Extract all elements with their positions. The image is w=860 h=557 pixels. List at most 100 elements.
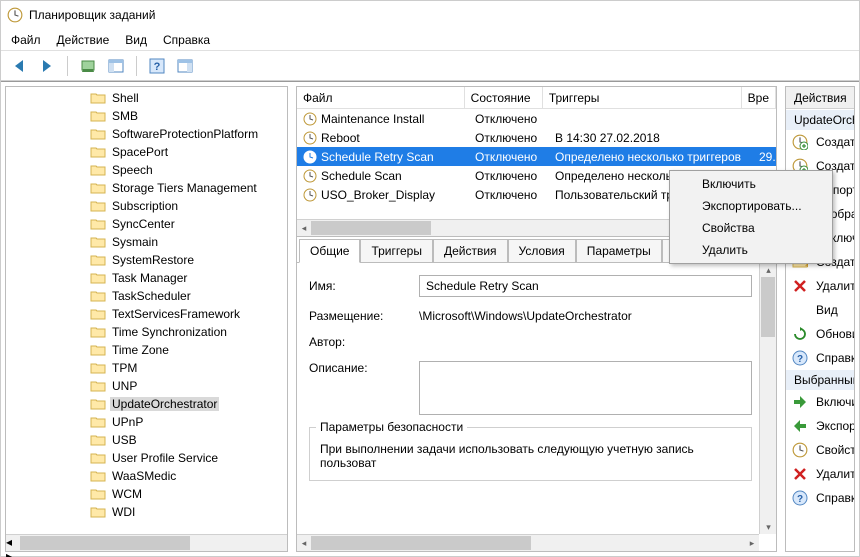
folder-icon — [90, 217, 106, 231]
task-name: Reboot — [321, 131, 360, 145]
task-name: USO_Broker_Display — [321, 188, 435, 202]
task-row[interactable]: Maintenance InstallОтключено — [297, 109, 776, 128]
tree-item[interactable]: Time Synchronization — [6, 323, 287, 341]
task-icon — [303, 131, 317, 145]
tree-scrollbar[interactable]: ◂ ▸ — [6, 534, 287, 551]
tab-conditions[interactable]: Условия — [508, 239, 576, 263]
toolbar-screen-button[interactable] — [76, 54, 100, 78]
nav-forward-button[interactable] — [35, 54, 59, 78]
tree-item[interactable]: Time Zone — [6, 341, 287, 359]
action-item[interactable]: Свойства — [786, 438, 854, 462]
action-item[interactable]: ?Справка — [786, 486, 854, 510]
tree-item[interactable]: Speech — [6, 161, 287, 179]
blank-icon — [792, 302, 808, 318]
svg-text:?: ? — [154, 61, 161, 73]
tree-item[interactable]: WCM — [6, 485, 287, 503]
tree-item[interactable]: WDI — [6, 503, 287, 521]
actions-section-header: Выбранный э — [786, 370, 854, 390]
action-item-label: Удалить — [816, 467, 854, 481]
folder-icon — [90, 433, 106, 447]
tree-item[interactable]: Subscription — [6, 197, 287, 215]
tree-item[interactable]: SyncCenter — [6, 215, 287, 233]
tree-item[interactable]: User Profile Service — [6, 449, 287, 467]
help-icon: ? — [792, 490, 808, 506]
tree-item[interactable]: UpdateOrchestrator — [6, 395, 287, 413]
action-item[interactable]: Создать п — [786, 130, 854, 154]
general-h-scrollbar[interactable]: ◂▸ — [297, 534, 759, 551]
tree-item-label: Subscription — [110, 199, 180, 213]
tree-item[interactable]: UPnP — [6, 413, 287, 431]
toolbar-panes-button[interactable] — [104, 54, 128, 78]
tree-item[interactable]: SoftwareProtectionPlatform — [6, 125, 287, 143]
action-item[interactable]: Вид — [786, 298, 854, 322]
action-item[interactable]: Обновить — [786, 322, 854, 346]
tree-item[interactable]: TPM — [6, 359, 287, 377]
description-label: Описание: — [309, 361, 419, 375]
cm-properties[interactable]: Свойства — [672, 217, 830, 239]
export-icon — [792, 418, 808, 434]
tree-item-label: SystemRestore — [110, 253, 196, 267]
tree-item[interactable]: Task Manager — [6, 269, 287, 287]
menu-file[interactable]: Файл — [11, 33, 41, 47]
general-v-scrollbar[interactable]: ▴▾ — [759, 263, 776, 534]
tree-item[interactable]: UNP — [6, 377, 287, 395]
refresh-icon — [792, 326, 808, 342]
tree-item[interactable]: Shell — [6, 89, 287, 107]
menu-action[interactable]: Действие — [57, 33, 110, 47]
tree-item-label: WDI — [110, 505, 137, 519]
cm-delete[interactable]: Удалить — [672, 239, 830, 261]
tree-item[interactable]: TextServicesFramework — [6, 305, 287, 323]
name-field[interactable]: Schedule Retry Scan — [419, 275, 752, 297]
col-time[interactable]: Вре — [742, 87, 776, 108]
toolbar-panes-button-2[interactable] — [173, 54, 197, 78]
folder-icon — [90, 343, 106, 357]
nav-back-button[interactable] — [7, 54, 31, 78]
cm-enable[interactable]: Включить — [672, 173, 830, 195]
task-time: 29.0 — [753, 150, 776, 164]
tree-item-label: UPnP — [110, 415, 145, 429]
tree-item-label: Sysmain — [110, 235, 160, 249]
tree-item-label: UNP — [110, 379, 139, 393]
col-triggers[interactable]: Триггеры — [543, 87, 742, 108]
action-item-label: Включить — [816, 395, 854, 409]
tree-item[interactable]: SystemRestore — [6, 251, 287, 269]
security-legend: Параметры безопасности — [316, 420, 467, 434]
tree-item[interactable]: Storage Tiers Management — [6, 179, 287, 197]
task-row[interactable]: Schedule Retry ScanОтключеноОпределено н… — [297, 147, 776, 166]
folder-icon — [90, 325, 106, 339]
col-file[interactable]: Файл — [297, 87, 465, 108]
tab-general[interactable]: Общие — [299, 239, 360, 263]
tree-item[interactable]: SpacePort — [6, 143, 287, 161]
tab-triggers[interactable]: Триггеры — [360, 239, 433, 263]
task-triggers: В 14:30 27.02.2018 — [549, 131, 753, 145]
tree-item-label: TaskScheduler — [110, 289, 193, 303]
action-item-label: Создать п — [816, 135, 854, 149]
body: ShellSMBSoftwareProtectionPlatformSpaceP… — [1, 81, 859, 556]
description-field[interactable] — [419, 361, 752, 415]
menu-help[interactable]: Справка — [163, 33, 210, 47]
tree-item[interactable]: WaaSMedic — [6, 467, 287, 485]
menu-view[interactable]: Вид — [125, 33, 147, 47]
action-item[interactable]: Удалить п — [786, 274, 854, 298]
tree-item[interactable]: SMB — [6, 107, 287, 125]
toolbar-help-button[interactable]: ? — [145, 54, 169, 78]
task-icon — [303, 112, 317, 126]
tree-item[interactable]: TaskScheduler — [6, 287, 287, 305]
tab-settings[interactable]: Параметры — [576, 239, 662, 263]
tree-item[interactable]: Sysmain — [6, 233, 287, 251]
svg-text:?: ? — [797, 354, 803, 365]
folder-icon — [90, 451, 106, 465]
task-state: Отключено — [469, 169, 549, 183]
actions-header: Действия — [786, 87, 854, 109]
action-item[interactable]: Удалить — [786, 462, 854, 486]
library-tree[interactable]: ShellSMBSoftwareProtectionPlatformSpaceP… — [6, 87, 287, 534]
cm-export[interactable]: Экспортировать... — [672, 195, 830, 217]
general-tab-content: Имя: Schedule Retry Scan Размещение: \Mi… — [297, 263, 776, 551]
col-state[interactable]: Состояние — [465, 87, 543, 108]
action-item[interactable]: ?Справка — [786, 346, 854, 370]
tree-item[interactable]: USB — [6, 431, 287, 449]
task-row[interactable]: RebootОтключеноВ 14:30 27.02.2018 — [297, 128, 776, 147]
tab-actions[interactable]: Действия — [433, 239, 508, 263]
action-item[interactable]: Включить — [786, 390, 854, 414]
action-item[interactable]: Экспорт... — [786, 414, 854, 438]
